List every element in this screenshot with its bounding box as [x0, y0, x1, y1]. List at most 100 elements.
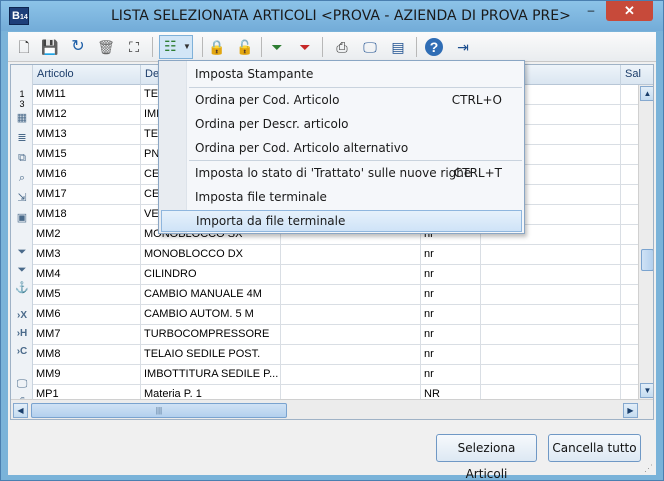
cell-um[interactable]: nr [421, 305, 481, 324]
scroll-right-icon[interactable]: ▶ [623, 403, 638, 418]
table-row[interactable]: MM9 IMBOTTITURA SEDILE P... nr [33, 365, 653, 385]
menu-item-importa-file-terminale[interactable]: Importa da file terminale [161, 210, 522, 232]
menu-item-stato-trattato[interactable]: Imposta lo stato di 'Trattato' sulle nuo… [161, 162, 522, 184]
cell-articolo[interactable]: MM8 [33, 345, 141, 364]
help-icon[interactable]: ? [425, 38, 443, 56]
cell-articolo[interactable]: MM7 [33, 325, 141, 344]
monitor-icon[interactable]: 🖵 [360, 37, 380, 57]
cell-articolo[interactable]: MM3 [33, 245, 141, 264]
col-header-articolo[interactable]: Articolo [33, 65, 141, 85]
exit-icon[interactable]: ⇥ [453, 37, 473, 57]
cell-articolo[interactable]: MM9 [33, 365, 141, 384]
cell-descrizione[interactable]: CAMBIO MANUALE 4M [141, 285, 281, 304]
col-h-icon[interactable]: ›H [14, 327, 30, 341]
vertical-scrollbar[interactable]: ▲ ▼ [638, 85, 653, 400]
cell-articolo[interactable]: MM2 [33, 225, 141, 244]
save-icon[interactable]: 💾 [40, 37, 60, 57]
cell-extra[interactable] [481, 285, 621, 304]
cell-descrizione[interactable]: IMBOTTITURA SEDILE P... [141, 365, 281, 384]
select-row-icon[interactable]: ▦ [14, 111, 30, 125]
unlock-icon[interactable]: 🔓 [235, 37, 255, 57]
cell-um[interactable]: nr [421, 325, 481, 344]
cell-articolo[interactable]: MM11 [33, 85, 141, 104]
import-icon[interactable]: ⇲ [14, 191, 30, 205]
cell-articolo[interactable]: MM15 [33, 145, 141, 164]
col-header-saldo[interactable]: Sal [621, 65, 653, 85]
cell-articolo[interactable]: MM4 [33, 265, 141, 284]
lock-icon[interactable]: 🔒 [207, 37, 227, 57]
table-row[interactable]: MM8 TELAIO SEDILE POST. nr [33, 345, 653, 365]
cancel-all-button[interactable]: Cancella tutto [548, 434, 641, 462]
cell-articolo[interactable]: MM13 [33, 125, 141, 144]
cell-extra[interactable] [481, 345, 621, 364]
cell-extra[interactable] [481, 365, 621, 384]
cell-blank[interactable] [281, 285, 421, 304]
print-icon[interactable]: ⎙ [332, 37, 352, 57]
horizontal-scroll-thumb[interactable]: ||| [31, 403, 287, 418]
horizontal-scrollbar[interactable]: ◀ ||| ▶ [11, 399, 653, 419]
resize-grip-icon[interactable]: ⋰ [644, 463, 653, 474]
table-row[interactable]: MM6 CAMBIO AUTOM. 5 M nr [33, 305, 653, 325]
col-x-icon[interactable]: ›X [14, 309, 30, 323]
col-c-icon[interactable]: ›C [14, 345, 30, 359]
menu-item-ordina-cod-alternativo[interactable]: Ordina per Cod. Articolo alternativo [161, 137, 522, 159]
cell-blank[interactable] [281, 265, 421, 284]
cell-articolo[interactable]: MM16 [33, 165, 141, 184]
cell-descrizione[interactable]: MONOBLOCCO DX [141, 245, 281, 264]
title-bar[interactable]: B14 LISTA SELEZIONATA ARTICOLI <PROVA - … [1, 1, 663, 31]
scroll-left-icon[interactable]: ◀ [13, 403, 28, 418]
table-row[interactable]: MM4 CILINDRO nr [33, 265, 653, 285]
table-row[interactable]: MM7 TURBOCOMPRESSORE nr [33, 325, 653, 345]
monitor-small-icon[interactable]: 🖵 [14, 377, 30, 391]
scroll-up-icon[interactable]: ▲ [640, 86, 653, 101]
scroll-down-icon[interactable]: ▼ [640, 383, 653, 398]
export-icon[interactable]: ▤ [388, 37, 408, 57]
anchor-icon[interactable]: ⚓ [14, 281, 30, 295]
cell-extra[interactable] [481, 265, 621, 284]
copy-icon[interactable]: ⧉ [14, 151, 30, 165]
cell-extra[interactable] [481, 325, 621, 344]
cell-blank[interactable] [281, 365, 421, 384]
minimize-button[interactable]: – [578, 1, 604, 21]
zoom-icon[interactable]: ⌕ [14, 171, 30, 185]
list-options-button[interactable]: ☷ ▼ [159, 35, 193, 59]
filter-icon[interactable]: ⏷ [14, 245, 30, 259]
menu-item-ordina-descr[interactable]: Ordina per Descr. articolo [161, 113, 522, 135]
cell-um[interactable]: nr [421, 365, 481, 384]
cell-um[interactable]: nr [421, 265, 481, 284]
menu-item-ordina-cod-articolo[interactable]: Ordina per Cod. Articolo CTRL+O [161, 89, 522, 111]
find-icon[interactable]: ⛶ [124, 37, 144, 57]
cell-descrizione[interactable]: TURBOCOMPRESSORE [141, 325, 281, 344]
cell-articolo[interactable]: MM5 [33, 285, 141, 304]
cell-articolo[interactable]: MM18 [33, 205, 141, 224]
table-row[interactable]: MM5 CAMBIO MANUALE 4M nr [33, 285, 653, 305]
cell-extra[interactable] [481, 305, 621, 324]
cell-descrizione[interactable]: TELAIO SEDILE POST. [141, 345, 281, 364]
cell-blank[interactable] [281, 245, 421, 264]
cell-descrizione[interactable]: CAMBIO AUTOM. 5 M [141, 305, 281, 324]
refresh-icon[interactable]: ↻ [68, 37, 88, 57]
cell-um[interactable]: nr [421, 245, 481, 264]
new-file-icon[interactable]: 🗋 [14, 37, 34, 57]
cell-blank[interactable] [281, 305, 421, 324]
menu-item-imposta-stampante[interactable]: Imposta Stampante [161, 63, 522, 85]
table-row[interactable]: MM3 MONOBLOCCO DX nr [33, 245, 653, 265]
document-icon[interactable]: ≣ [14, 131, 30, 145]
cell-blank[interactable] [281, 325, 421, 344]
cell-um[interactable]: nr [421, 285, 481, 304]
cell-articolo[interactable]: MM17 [33, 185, 141, 204]
menu-item-imposta-file-terminale[interactable]: Imposta file terminale [161, 186, 522, 208]
app-icon[interactable]: B14 [9, 7, 29, 25]
cell-descrizione[interactable]: CILINDRO [141, 265, 281, 284]
cell-um[interactable]: nr [421, 345, 481, 364]
cell-articolo[interactable]: MM12 [33, 105, 141, 124]
cell-blank[interactable] [281, 345, 421, 364]
filter-remove-icon[interactable]: ⏷ [295, 37, 315, 57]
close-button[interactable]: ✕ [606, 1, 653, 21]
delete-icon[interactable]: 🗑 [96, 37, 116, 57]
cell-articolo[interactable]: MM6 [33, 305, 141, 324]
table-icon[interactable]: ▣ [14, 211, 30, 225]
filter-add-icon[interactable]: ⏷ [267, 37, 287, 57]
select-articles-button[interactable]: Seleziona Articoli [436, 434, 537, 481]
vertical-scroll-thumb[interactable] [641, 249, 653, 271]
